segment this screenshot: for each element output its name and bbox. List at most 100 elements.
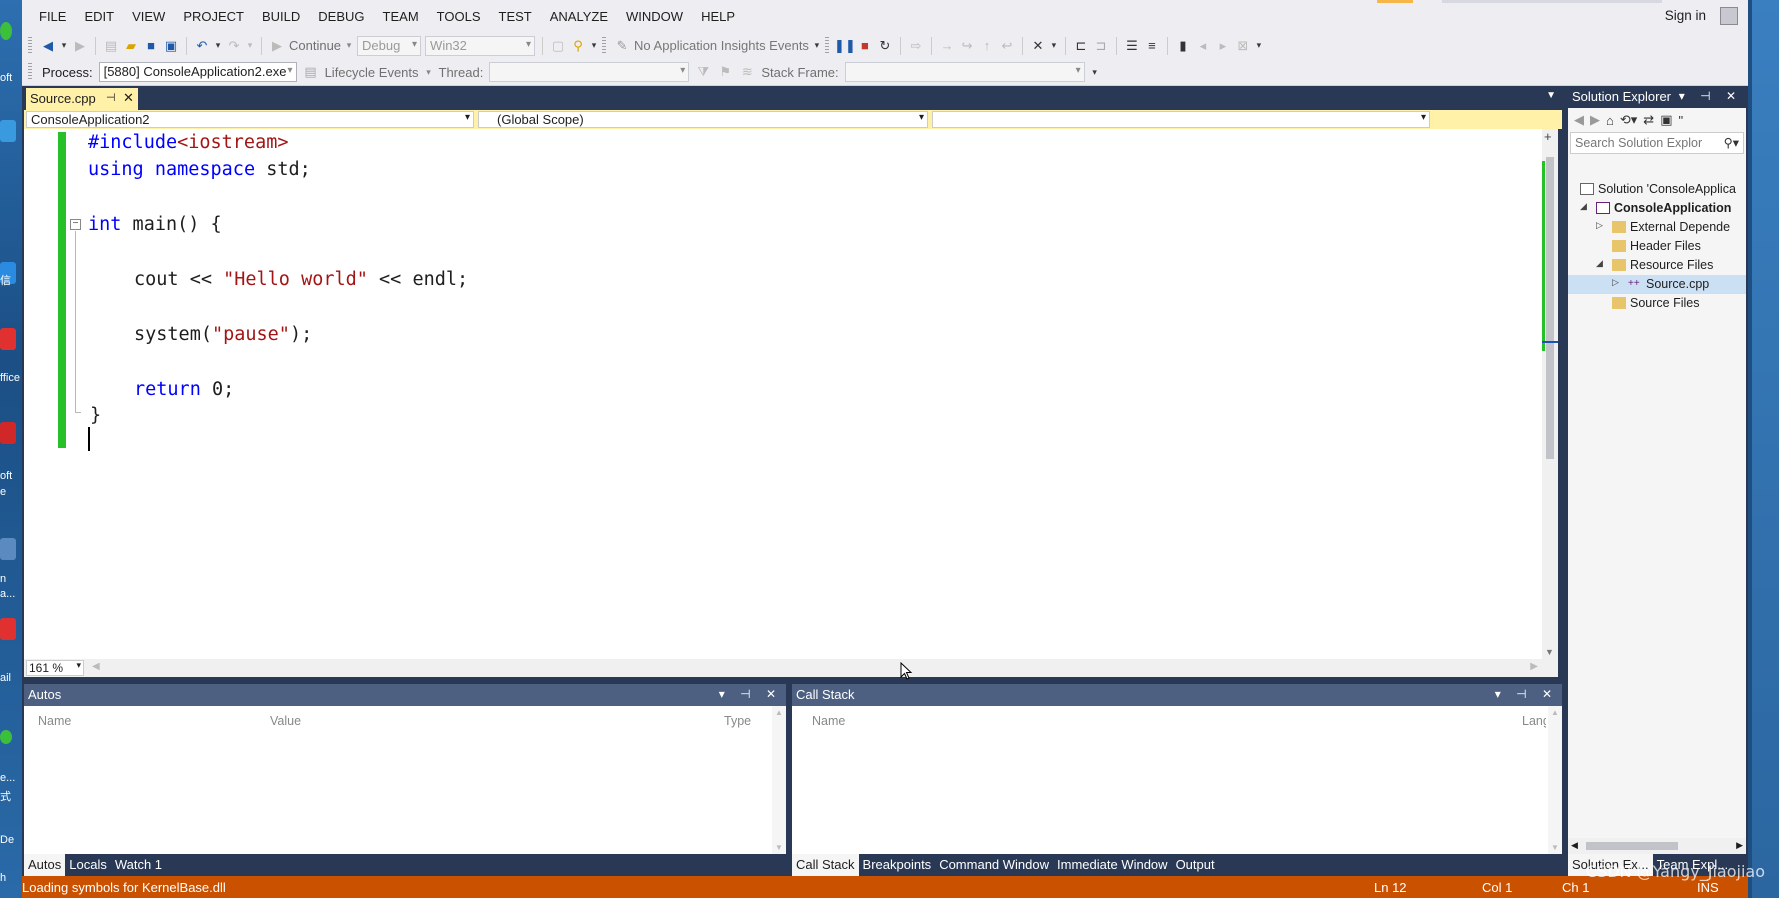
scroll-right-icon[interactable]: ▶ — [1736, 840, 1743, 851]
application-insights-icon[interactable]: ✎ — [614, 38, 630, 54]
forward-icon[interactable]: ▶ — [1590, 112, 1600, 128]
redo-icon[interactable]: ↷ — [226, 38, 242, 54]
tree-item-external-dependencies[interactable]: ▷ External Depende — [1568, 218, 1746, 237]
chevron-down-icon[interactable]: ▾ — [60, 38, 68, 54]
column-header-type[interactable]: Type — [724, 714, 751, 728]
uncomment-icon[interactable]: ≡ — [1144, 38, 1160, 54]
configuration-select[interactable]: Debug — [357, 35, 422, 56]
filter-icon[interactable]: ⧩ — [695, 64, 711, 80]
member-select[interactable] — [932, 111, 1430, 128]
pin-icon[interactable]: ⊣ — [106, 91, 116, 104]
call-stack-grid[interactable]: Name Lang ▲▼ — [792, 706, 1562, 854]
chevron-down-icon[interactable]: ▾ — [1255, 38, 1263, 54]
scroll-down-icon[interactable]: ▼ — [775, 843, 783, 852]
chevron-down-icon[interactable]: ▾ — [1091, 64, 1099, 80]
menu-project[interactable]: PROJECT — [174, 9, 253, 24]
app-icon[interactable] — [0, 328, 16, 350]
user-account-icon[interactable] — [1720, 7, 1738, 25]
tab-output[interactable]: Output — [1172, 854, 1219, 876]
tree-item-project[interactable]: ◢ ConsoleApplication — [1568, 199, 1746, 218]
tree-item-solution[interactable]: Solution 'ConsoleApplica — [1568, 180, 1746, 199]
menu-debug[interactable]: DEBUG — [309, 9, 373, 24]
overflow-icon[interactable]: " — [1678, 113, 1683, 128]
chevron-down-icon[interactable]: ▾ — [813, 38, 821, 54]
tab-locals[interactable]: Locals — [65, 854, 111, 876]
flag-icon[interactable]: ⚑ — [717, 64, 733, 80]
scrollbar-thumb[interactable] — [1586, 842, 1678, 850]
show-next-statement-icon[interactable]: ⇨ — [908, 38, 924, 54]
collapse-all-icon[interactable]: ▣ — [1660, 112, 1672, 128]
refresh-icon[interactable]: ⇄ — [1643, 112, 1654, 128]
break-all-icon[interactable]: ❚❚ — [834, 38, 856, 54]
chevron-down-icon[interactable]: ▾ — [425, 64, 433, 80]
app-icon[interactable] — [0, 22, 12, 40]
tab-breakpoints[interactable]: Breakpoints — [859, 854, 936, 876]
new-project-icon[interactable]: ▤ — [103, 38, 119, 54]
platform-select[interactable]: Win32 — [425, 35, 536, 56]
menu-build[interactable]: BUILD — [253, 9, 309, 24]
threads-icon[interactable]: ⊏ — [1073, 38, 1089, 54]
editor-vertical-scrollbar[interactable]: + ▼ — [1542, 129, 1558, 659]
column-header-name[interactable]: Name — [38, 714, 71, 728]
hex-display-icon[interactable]: ✕ — [1030, 38, 1046, 54]
open-file-icon[interactable]: ▰ — [123, 38, 139, 54]
tab-autos[interactable]: Autos — [24, 854, 66, 876]
collapsed-arrow-icon[interactable]: ▷ — [1612, 277, 1619, 288]
continue-icon[interactable]: ▶ — [269, 38, 285, 54]
scope-select[interactable]: (Global Scope) — [478, 111, 928, 128]
solution-search-input[interactable]: Search Solution Explor ⚲▾ — [1570, 132, 1744, 154]
step-out-icon[interactable]: ↑ — [979, 38, 995, 54]
app-icon[interactable] — [0, 120, 16, 142]
lifecycle-events-button[interactable]: Lifecycle Events — [325, 65, 419, 80]
home-icon[interactable]: ⌂ — [1606, 113, 1614, 128]
vertical-scrollbar[interactable]: ▲ ▼ — [772, 706, 786, 854]
app-icon[interactable] — [0, 618, 16, 640]
scroll-left-icon[interactable]: ◀ — [1571, 840, 1578, 851]
stop-debugging-icon[interactable]: ■ — [857, 38, 873, 54]
menu-test[interactable]: TEST — [490, 9, 541, 24]
toolbar-grip[interactable] — [28, 63, 32, 81]
menu-file[interactable]: FILE — [30, 9, 75, 24]
next-bookmark-icon[interactable]: ▸ — [1215, 38, 1231, 54]
step-over-icon[interactable]: ↪ — [959, 38, 975, 54]
collapsed-arrow-icon[interactable]: ▷ — [1596, 220, 1603, 231]
toolbar-grip[interactable] — [824, 36, 829, 55]
panel-window-buttons[interactable]: ▾ ⊣ ✕ — [1495, 687, 1558, 701]
vertical-scrollbar[interactable]: ▲ ▼ — [1548, 706, 1562, 854]
application-insights-button[interactable]: No Application Insights Events — [634, 38, 809, 53]
zoom-select[interactable]: 161 % — [26, 660, 84, 676]
search-icon[interactable]: ⚲▾ — [1724, 135, 1739, 150]
chevron-down-icon[interactable]: ▾ — [345, 38, 353, 54]
scrollbar-thumb[interactable] — [1546, 157, 1554, 459]
tree-item-source-cpp[interactable]: ▷ ++ Source.cpp — [1568, 275, 1746, 294]
split-icon[interactable]: + — [1544, 129, 1552, 144]
expanded-arrow-icon[interactable]: ◢ — [1580, 201, 1587, 212]
browse-icon[interactable]: ▢ — [550, 38, 566, 54]
chevron-down-icon[interactable]: ▾ — [1050, 38, 1058, 54]
close-icon[interactable]: ✕ — [123, 90, 134, 106]
menu-tools[interactable]: TOOLS — [428, 9, 490, 24]
tab-watch-1[interactable]: Watch 1 — [111, 854, 166, 876]
autos-grid[interactable]: Name Value Type ▲ ▼ — [24, 706, 786, 854]
prev-bookmark-icon[interactable]: ◂ — [1195, 38, 1211, 54]
tab-call-stack[interactable]: Call Stack — [792, 854, 859, 876]
back-icon[interactable]: ◀ — [1574, 112, 1584, 128]
navigate-forward-icon[interactable]: ▶ — [72, 38, 88, 54]
chevron-down-icon[interactable]: ▼ — [1546, 90, 1556, 101]
save-icon[interactable]: ■ — [143, 38, 159, 54]
project-select[interactable]: ConsoleApplication2 — [26, 111, 474, 128]
scroll-right-icon[interactable]: ▶ — [1530, 661, 1538, 672]
scroll-up-icon[interactable]: ▲ — [775, 708, 783, 717]
column-header-language[interactable]: Lang — [1522, 714, 1546, 728]
app-icon[interactable] — [0, 730, 12, 744]
chevron-down-icon[interactable]: ▾ — [214, 38, 222, 54]
tree-item-source-files[interactable]: Source Files — [1568, 294, 1746, 313]
tree-item-header-files[interactable]: Header Files — [1568, 237, 1746, 256]
menu-help[interactable]: HELP — [692, 9, 744, 24]
chevron-down-icon[interactable]: ▾ — [590, 38, 598, 54]
toolbar-grip[interactable] — [28, 36, 32, 55]
clear-bookmarks-icon[interactable]: ⊠ — [1235, 38, 1251, 54]
navigate-back-icon[interactable]: ◀ — [40, 38, 56, 54]
panel-window-buttons[interactable]: ▾ ⊣ ✕ — [719, 687, 782, 701]
save-all-icon[interactable]: ▣ — [163, 38, 179, 54]
